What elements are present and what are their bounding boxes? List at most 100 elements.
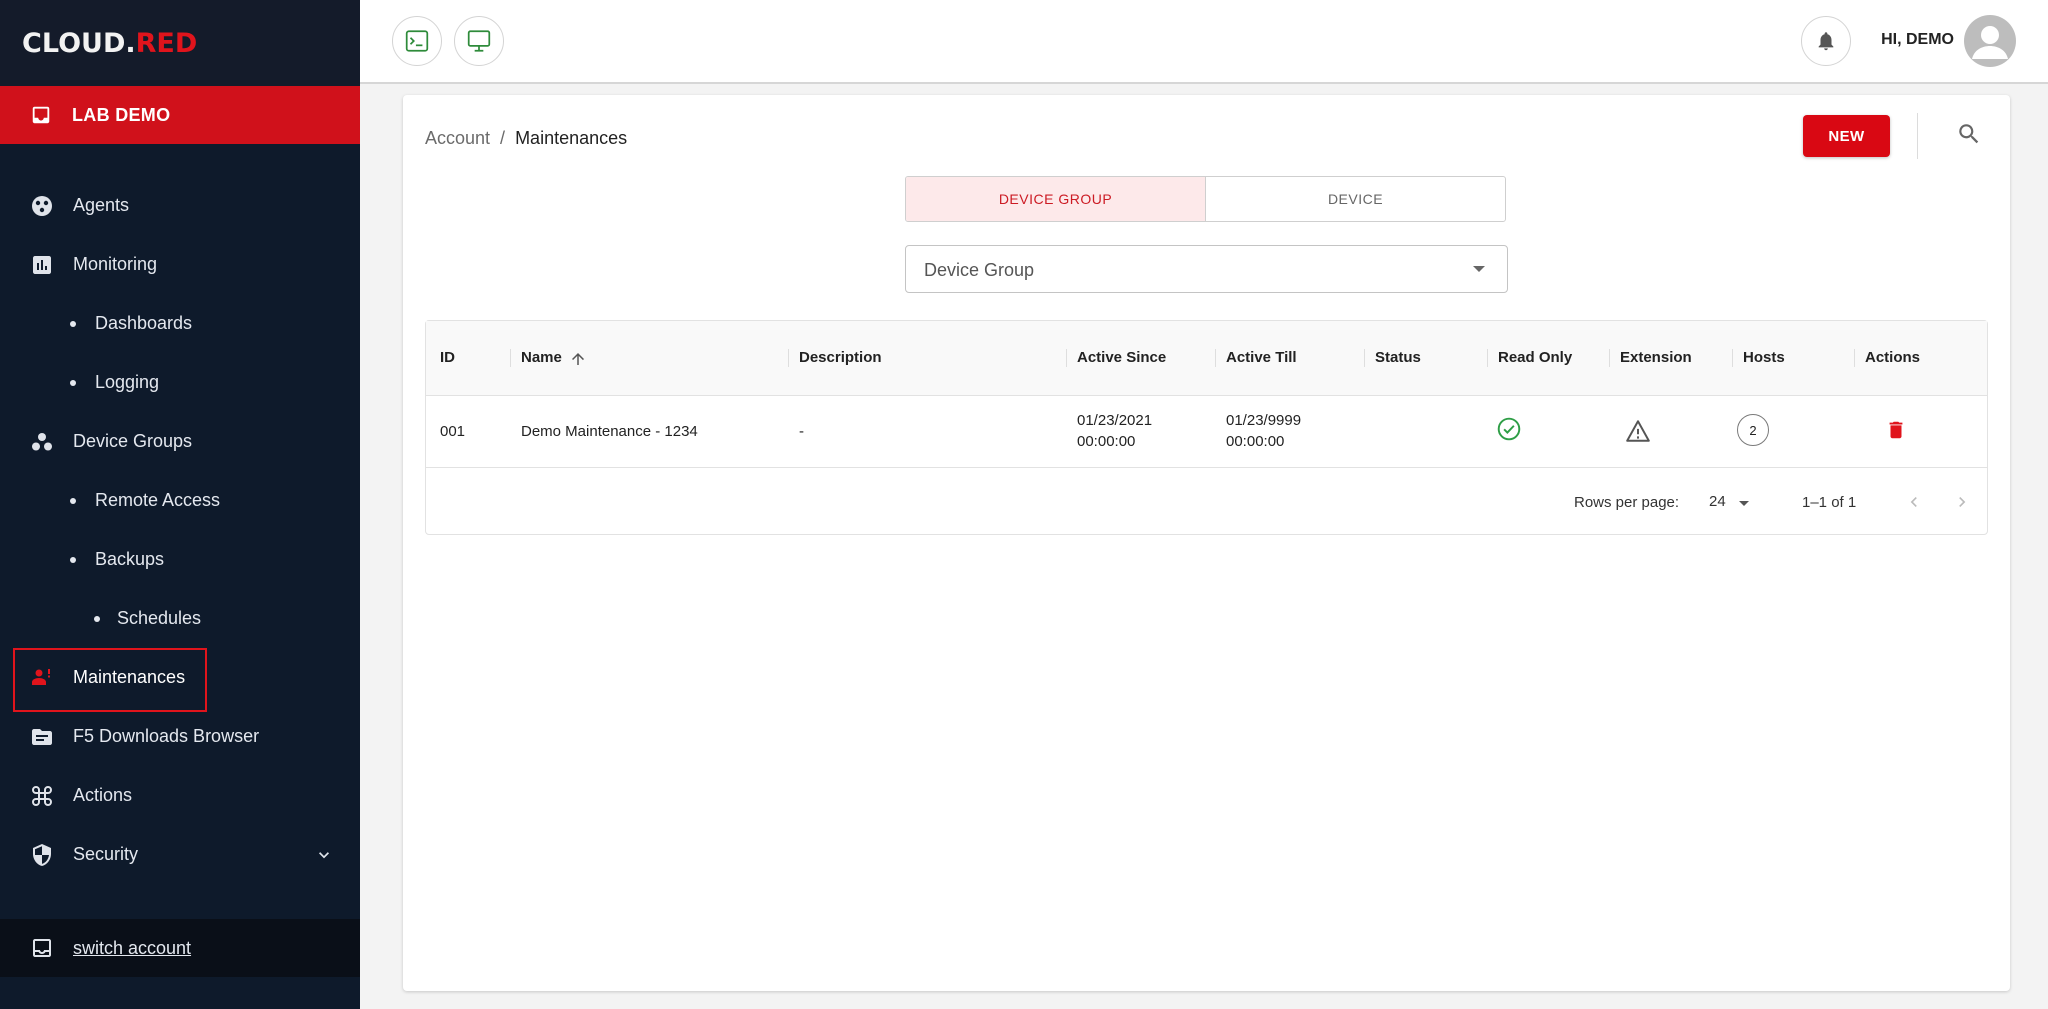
sidebar-item-monitoring[interactable]: Monitoring (0, 235, 360, 294)
tab-device-group[interactable]: DEVICE GROUP (906, 177, 1206, 221)
sidebar-item-label: Actions (73, 785, 133, 805)
column-header-extension[interactable]: Extension (1620, 349, 1692, 366)
top-bar: HI, DEMO (360, 0, 2048, 84)
tab-device[interactable]: DEVICE (1206, 177, 1505, 221)
monitor-button[interactable] (454, 16, 504, 66)
sidebar-item-actions[interactable]: Actions (0, 766, 360, 825)
column-header-hosts[interactable]: Hosts (1743, 349, 1785, 366)
bullet-icon (70, 379, 76, 386)
shield-icon (33, 843, 51, 866)
sidebar-item-label: Agents (73, 195, 130, 215)
chart-icon (33, 255, 51, 274)
sort-ascending-icon[interactable] (569, 350, 587, 368)
column-header-status[interactable]: Status (1375, 349, 1421, 366)
column-separator (1215, 349, 1216, 367)
sidebar-item-f5-downloads-browser[interactable]: F5 Downloads Browser (0, 707, 360, 766)
monitor-icon (467, 30, 491, 52)
sidebar-item-label: Device Groups (73, 431, 193, 451)
column-separator (510, 349, 511, 367)
sidebar-item-remote-access[interactable]: Remote Access (0, 471, 360, 530)
main-card: Account / Maintenances NEW DEVICE GROUP DE… (403, 95, 2010, 991)
column-header-read-only[interactable]: Read Only (1498, 349, 1572, 366)
cloud-red-logo[interactable]: CLOUD.RED (22, 28, 197, 59)
active-since-date: 01/23/2021 (1077, 412, 1153, 429)
terminal-icon (405, 30, 429, 52)
pagination-range: 1–1 of 1 (1802, 494, 1857, 511)
device-group-select[interactable]: Device Group (905, 245, 1508, 293)
switch-account-icon (33, 939, 51, 957)
sidebar-item-dashboards[interactable]: Dashboards (0, 294, 360, 353)
selection-highlight (13, 648, 207, 712)
column-header-id[interactable]: ID (440, 349, 455, 366)
sidebar-item-backups[interactable]: Backups (0, 530, 360, 589)
column-separator (1487, 349, 1488, 367)
column-separator (1732, 349, 1733, 367)
column-separator (788, 349, 789, 367)
user-icon (1972, 26, 2008, 59)
device-groups-icon (32, 432, 52, 450)
breadcrumb-current: Maintenances (515, 128, 628, 148)
sidebar-item-security[interactable]: Security (0, 825, 360, 884)
cell-name: Demo Maintenance - 1234 (521, 423, 698, 440)
search-icon (1959, 124, 1979, 144)
column-separator (1364, 349, 1365, 367)
sidebar-item-schedules[interactable]: Schedules (0, 589, 360, 648)
cell-id: 001 (440, 423, 466, 440)
account-name: LAB DEMO (72, 104, 171, 125)
sidebar-item-label: Monitoring (73, 254, 158, 274)
column-separator (1066, 349, 1067, 367)
chevron-right-icon[interactable] (1952, 492, 1972, 512)
table-header: ID Name Description Active Since Active … (426, 321, 1987, 396)
chevron-down-icon[interactable] (314, 845, 334, 865)
scope-toggle: DEVICE GROUP DEVICE (905, 176, 1506, 222)
sidebar-item-label: Schedules (117, 608, 202, 628)
active-till-time: 00:00:00 (1226, 433, 1285, 450)
column-separator (1609, 349, 1610, 367)
breadcrumb-root[interactable]: Account (425, 128, 490, 148)
notifications-button[interactable] (1801, 16, 1851, 66)
sidebar-item-label: Backups (95, 549, 165, 569)
search-button[interactable] (1956, 121, 1982, 152)
column-header-description[interactable]: Description (799, 349, 882, 366)
column-separator (1854, 349, 1855, 367)
agents-icon (32, 195, 52, 216)
sidebar-item-label: Dashboards (95, 313, 193, 333)
switch-account-label: switch account (73, 937, 192, 958)
bullet-icon (70, 497, 76, 504)
sidebar-item-label: Remote Access (95, 490, 221, 510)
warning-icon (1626, 420, 1650, 442)
delete-icon[interactable] (1885, 419, 1907, 441)
column-header-name[interactable]: Name (521, 349, 562, 366)
logo-bar: CLOUD.RED (0, 0, 360, 86)
new-button[interactable]: NEW (1803, 115, 1890, 157)
switch-account-link[interactable]: switch account (0, 919, 360, 977)
sidebar-item-agents[interactable]: Agents (0, 176, 360, 235)
column-header-active-since[interactable]: Active Since (1077, 349, 1166, 366)
chevron-left-icon[interactable] (1904, 492, 1924, 512)
toolbar-divider (1917, 113, 1918, 159)
sidebar-item-logging[interactable]: Logging (0, 353, 360, 412)
cell-active-since: 01/23/2021 00:00:00 (1077, 410, 1152, 452)
sidebar-item-label: Security (73, 844, 139, 864)
account-banner[interactable]: LAB DEMO (0, 86, 360, 144)
caret-down-icon[interactable] (1739, 501, 1749, 506)
caret-down-icon (1473, 266, 1485, 272)
table-row[interactable]: 001 Demo Maintenance - 1234 - 01/23/2021… (426, 396, 1987, 468)
check-circle-icon (1497, 417, 1521, 441)
active-till-date: 01/23/9999 (1226, 412, 1302, 429)
user-greeting[interactable]: HI, DEMO (1881, 31, 1954, 49)
column-header-actions: Actions (1865, 349, 1921, 366)
avatar[interactable] (1964, 15, 2016, 67)
rows-per-page-select[interactable]: 24 (1709, 493, 1726, 510)
hosts-count-badge[interactable]: 2 (1737, 414, 1769, 446)
inbox-icon (32, 106, 50, 124)
sidebar-item-label: Logging (95, 372, 160, 392)
sidebar-item-device-groups[interactable]: Device Groups (0, 412, 360, 471)
bullet-icon (94, 615, 100, 622)
cell-description: - (799, 423, 804, 440)
sidebar: CLOUD.RED LAB DEMO Agents Monitoring Das… (0, 0, 360, 1009)
cell-active-till: 01/23/9999 00:00:00 (1226, 410, 1301, 452)
column-header-active-till[interactable]: Active Till (1226, 349, 1297, 366)
command-icon (32, 785, 52, 806)
terminal-button[interactable] (392, 16, 442, 66)
